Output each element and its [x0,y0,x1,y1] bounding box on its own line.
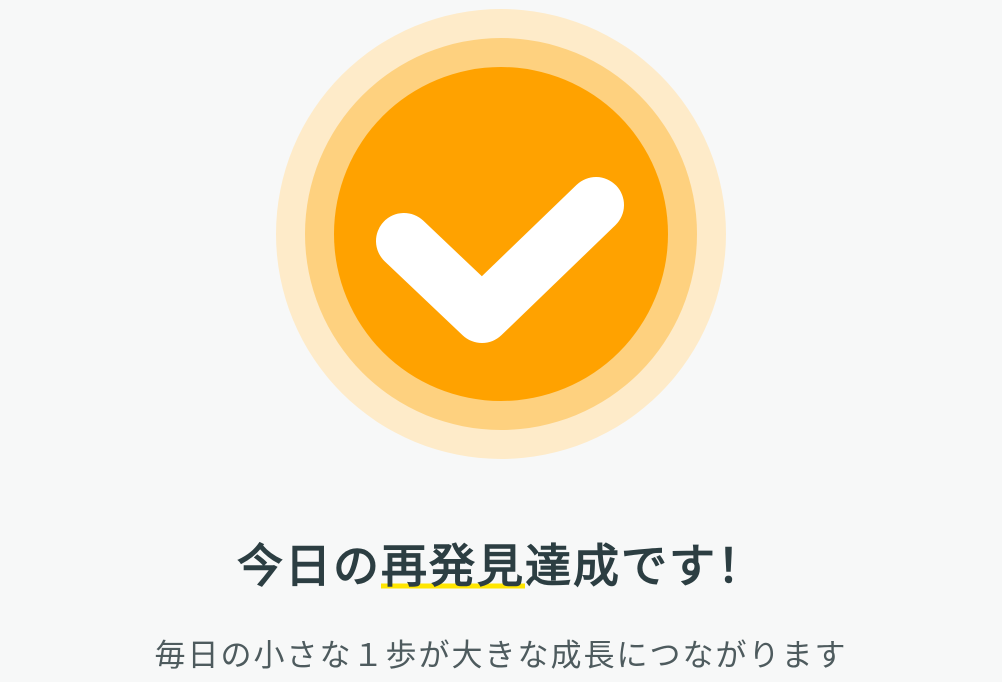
check-icon [376,177,624,343]
title-prefix: 今日の [237,539,381,593]
completion-badge [276,9,726,459]
subtitle-text: 毎日の小さな１歩が大きな成長につながります [154,638,848,674]
title-highlight: 再発見 [381,539,525,593]
page-title: 今日の再発見達成です！ [0,530,1002,596]
title-suffix: 達成です！ [525,539,765,593]
